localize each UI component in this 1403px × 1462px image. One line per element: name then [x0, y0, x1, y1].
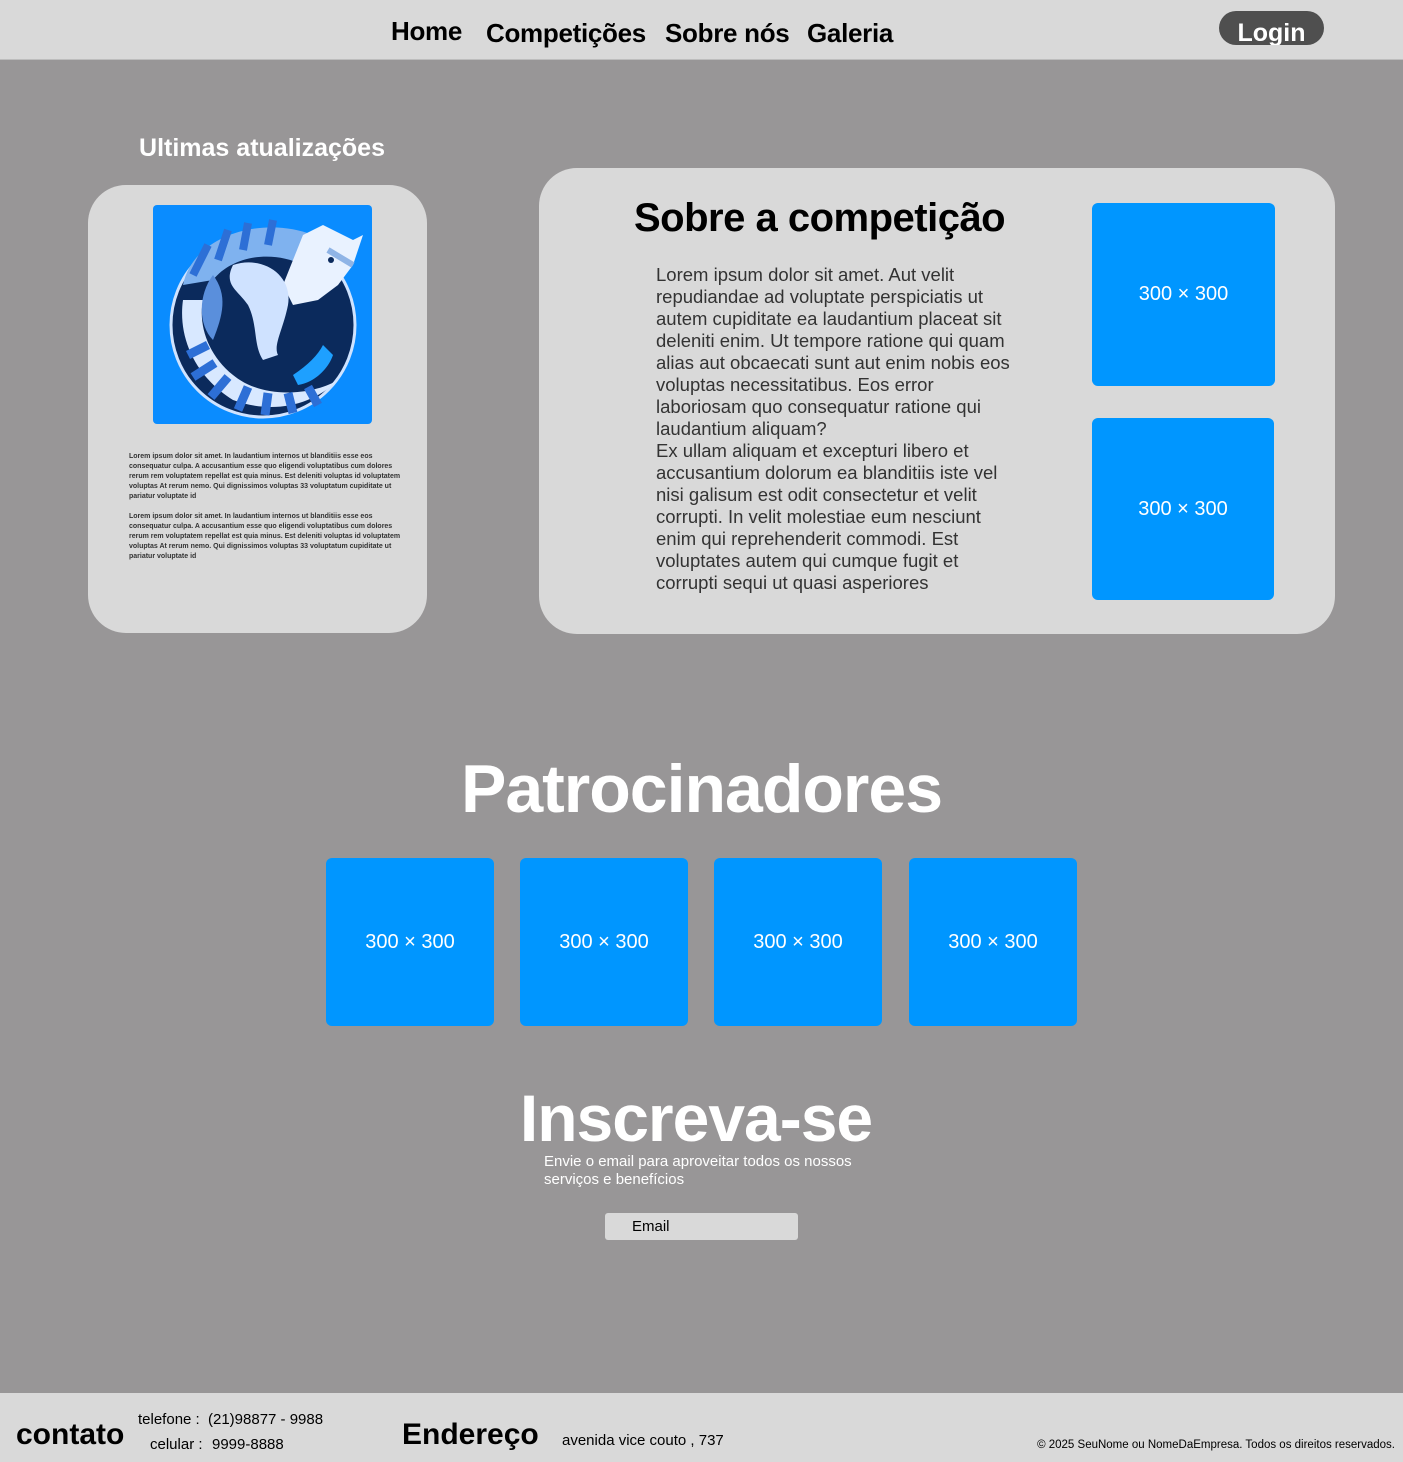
- about-title: Sobre a competição: [634, 196, 1006, 240]
- updates-paragraph-1: Lorem ipsum dolor sit amet. In laudantiu…: [129, 453, 401, 500]
- phone-value: (21)98877 - 9988: [208, 1411, 324, 1428]
- top-navigation-bar: Home Competições Sobre nós Galeria Login: [0, 0, 1403, 60]
- footer: contato telefone : (21)98877 - 9988 celu…: [0, 1393, 1403, 1462]
- updates-card: Lorem ipsum dolor sit amet. In laudantiu…: [88, 185, 427, 633]
- about-image-placeholder-1: 300 × 300: [1092, 203, 1275, 386]
- cell-label: celular :: [150, 1436, 203, 1453]
- nav-galeria[interactable]: Galeria: [807, 18, 893, 49]
- phone-label: telefone :: [138, 1411, 200, 1428]
- sponsor-logo-2[interactable]: 300 × 300: [520, 858, 688, 1026]
- sponsors-title: Patrocinadores: [460, 751, 943, 827]
- nav-home[interactable]: Home: [391, 16, 462, 47]
- address-value: avenida vice couto , 737: [562, 1432, 724, 1449]
- email-field[interactable]: [605, 1213, 798, 1240]
- cell-value: 9999-8888: [212, 1436, 284, 1453]
- updates-heading: Ultimas atualizações: [139, 134, 385, 162]
- about-image-placeholder-2: 300 × 300: [1092, 418, 1274, 600]
- about-paragraph-1: Lorem ipsum dolor sit amet. Aut velit re…: [656, 264, 1010, 439]
- about-text: Lorem ipsum dolor sit amet. Aut velit re…: [656, 264, 1016, 594]
- contact-title: contato: [16, 1418, 125, 1451]
- sponsor-logo-3[interactable]: 300 × 300: [714, 858, 882, 1026]
- nav-competicoes[interactable]: Competições: [486, 18, 646, 49]
- sleeping-cat-image: [153, 205, 372, 424]
- subscribe-description: Envie o email para aproveitar todos os n…: [544, 1153, 852, 1188]
- updates-paragraph-2: Lorem ipsum dolor sit amet. In laudantiu…: [129, 513, 401, 560]
- subscribe-title: Inscreva-se: [519, 1081, 873, 1155]
- updates-text: Lorem ipsum dolor sit amet. In laudantiu…: [129, 452, 407, 562]
- address-title: Endereço: [402, 1418, 539, 1451]
- sponsor-logo-1[interactable]: 300 × 300: [326, 858, 494, 1026]
- nav-sobre-nos[interactable]: Sobre nós: [665, 18, 790, 49]
- about-paragraph-2: Ex ullam aliquam et excepturi libero et …: [656, 440, 998, 593]
- about-card: Sobre a competição Lorem ipsum dolor sit…: [539, 168, 1335, 634]
- copyright-text: © 2025 SeuNome ou NomeDaEmpresa. Todos o…: [1037, 1439, 1395, 1451]
- login-button[interactable]: Login: [1219, 11, 1324, 45]
- sponsor-logo-4[interactable]: 300 × 300: [909, 858, 1077, 1026]
